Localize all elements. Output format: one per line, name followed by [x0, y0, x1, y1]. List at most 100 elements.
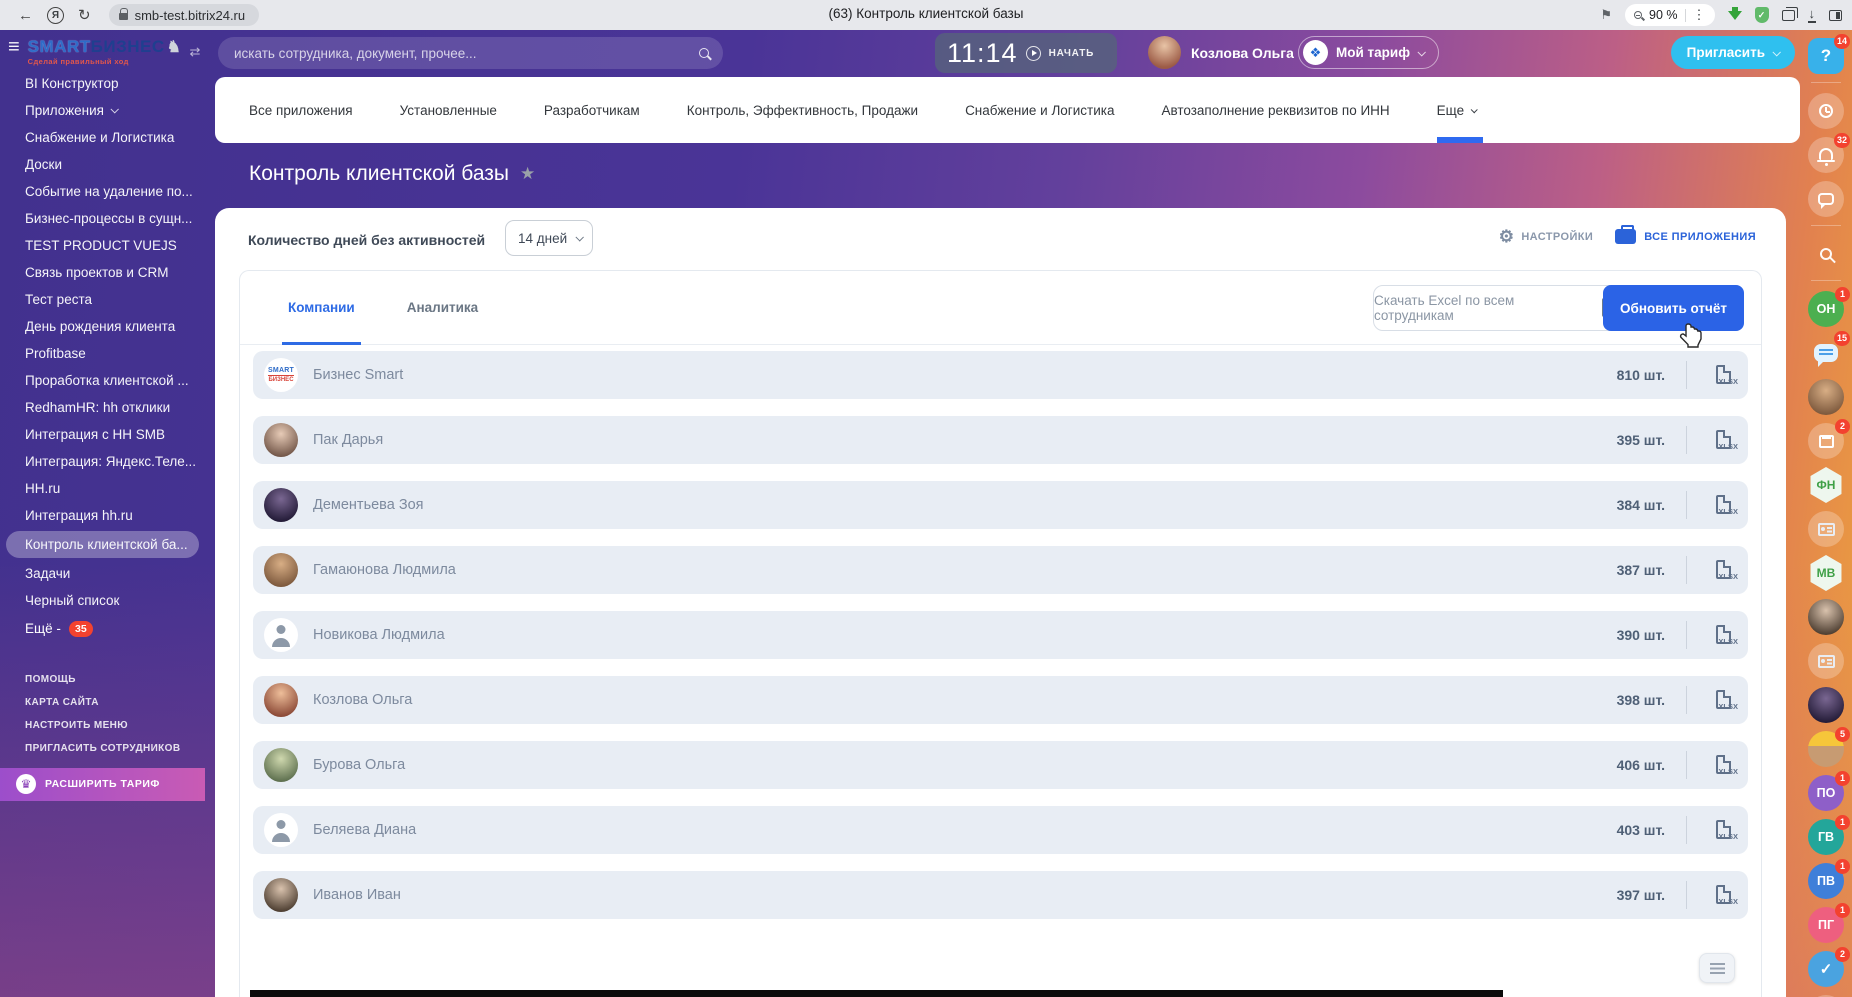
chat-21[interactable]: ПВ 1: [1808, 859, 1850, 899]
upgrade-plan-button[interactable]: ♛ РАСШИРИТЬ ТАРИФ: [0, 767, 205, 801]
sidebar-item-5[interactable]: Бизнес-процессы в сущн...: [0, 205, 205, 232]
menu-dots-icon[interactable]: ⋮: [1693, 7, 1706, 23]
app-tab-1[interactable]: Установленные: [400, 103, 497, 118]
colleague-avatar[interactable]: [1808, 379, 1844, 415]
xlsx-download-icon[interactable]: XLSX: [1708, 494, 1738, 516]
workspace-logo[interactable]: SMARTБИЗНЕС ♞ Сделай правильный ход: [28, 38, 182, 66]
table-row[interactable]: Козлова Ольга 398 шт. XLSX: [253, 676, 1748, 724]
calendar-icon[interactable]: 2: [1808, 419, 1850, 459]
chat-12[interactable]: ФН: [1810, 467, 1842, 503]
rail-search-icon[interactable]: [1808, 236, 1844, 272]
colleague-avatar[interactable]: [1808, 599, 1844, 635]
avatar[interactable]: [1148, 36, 1181, 69]
sidebar-item-12[interactable]: RedhamHR: hh отклики: [0, 394, 205, 421]
sidebar-item-2[interactable]: Снабжение и Логистика: [0, 124, 205, 151]
xlsx-download-icon[interactable]: XLSX: [1708, 559, 1738, 581]
search-input[interactable]: [232, 44, 699, 62]
address-bar[interactable]: smb-test.bitrix24.ru: [108, 4, 260, 26]
messenger-icon[interactable]: 15: [1808, 331, 1850, 371]
chat-8[interactable]: ОН 1: [1808, 287, 1850, 327]
app-tab-0[interactable]: Все приложения: [249, 103, 353, 118]
sidebar-item-19[interactable]: Черный список: [0, 587, 205, 614]
timer-icon[interactable]: [1808, 93, 1844, 129]
xlsx-download-icon[interactable]: XLSX: [1708, 429, 1738, 451]
favorite-star-icon[interactable]: ★: [520, 164, 535, 184]
sidebar-item-11[interactable]: Проработка клиентской ...: [0, 367, 205, 394]
settings-button[interactable]: ⚙ НАСТРОЙКИ: [1499, 228, 1594, 245]
chat-20[interactable]: ГВ 1: [1808, 815, 1850, 855]
colleague-avatar[interactable]: [1808, 687, 1844, 723]
app-tab-5[interactable]: Автозаполнение реквизитов по ИНН: [1161, 103, 1389, 118]
chat-14[interactable]: МВ: [1810, 555, 1842, 591]
table-row[interactable]: Беляева Диана 403 шт. XLSX: [253, 806, 1748, 854]
sidebar-item-3[interactable]: Доски: [0, 151, 205, 178]
xlsx-download-icon[interactable]: XLSX: [1708, 754, 1738, 776]
side-panel-icon[interactable]: [1829, 9, 1842, 21]
sidebar-item-6[interactable]: TEST PRODUCT VUEJS: [0, 232, 205, 259]
sidebar-item-0[interactable]: BI Конструктор: [0, 70, 205, 97]
hamburger-menu-icon[interactable]: ≡: [8, 37, 20, 57]
contact-card-icon[interactable]: [1808, 643, 1844, 679]
download-excel-button[interactable]: Скачать Excel по всем сотрудникам XLSX: [1373, 285, 1625, 331]
time-tracker[interactable]: 11:14 НАЧАТЬ: [935, 33, 1117, 73]
my-plan-button[interactable]: ❖ Мой тариф: [1298, 36, 1440, 69]
report-tab-1[interactable]: Аналитика: [407, 271, 478, 344]
video-download-icon[interactable]: [1727, 6, 1742, 20]
xlsx-download-icon[interactable]: XLSX: [1708, 819, 1738, 841]
download-icon[interactable]: ↓: [1807, 7, 1816, 23]
sidebar-footer-link-2[interactable]: НАСТРОИТЬ МЕНЮ: [0, 714, 205, 737]
colleague-avatar[interactable]: 5: [1808, 727, 1850, 767]
zoom-control[interactable]: 90 % ⋮: [1625, 4, 1715, 26]
back-button[interactable]: ←: [18, 8, 33, 23]
sidebar-item-7[interactable]: Связь проектов и CRM: [0, 259, 205, 286]
table-row[interactable]: Пак Дарья 395 шт. XLSX: [253, 416, 1748, 464]
sidebar-item-15[interactable]: HH.ru: [0, 475, 205, 502]
notifications-icon[interactable]: 32: [1808, 133, 1850, 173]
help-button[interactable]: ? 14: [1808, 34, 1850, 74]
sidebar-item-more[interactable]: Ещё - 35: [0, 614, 205, 642]
all-apps-button[interactable]: ВСЕ ПРИЛОЖЕНИЯ: [1615, 225, 1756, 244]
play-icon[interactable]: [1025, 45, 1041, 61]
tabs-icon[interactable]: [1781, 6, 1798, 21]
sidebar-item-13[interactable]: Интеграция с HH SMB: [0, 421, 205, 448]
adblock-shield-icon[interactable]: ✓: [1754, 7, 1769, 23]
sidebar-item-18[interactable]: Задачи: [0, 560, 205, 587]
app-tab-6[interactable]: Еще: [1436, 103, 1484, 143]
chat-19[interactable]: ПО 1: [1808, 771, 1850, 811]
contact-card-icon[interactable]: [1808, 511, 1844, 547]
xlsx-download-icon[interactable]: XLSX: [1708, 624, 1738, 646]
table-row[interactable]: Гамаюнова Людмила 387 шт. XLSX: [253, 546, 1748, 594]
table-row[interactable]: SMART БИЗНЕС Бизнес Smart 810 шт. XLSX: [253, 351, 1748, 399]
sidebar-item-16[interactable]: Интеграция hh.ru: [0, 502, 205, 529]
sidebar-item-10[interactable]: Profitbase: [0, 340, 205, 367]
sidebar-item-17[interactable]: Контроль клиентской ба...: [6, 530, 199, 558]
report-tab-0[interactable]: Компании: [282, 271, 361, 345]
row-settings-button[interactable]: [1699, 953, 1735, 983]
sidebar-item-8[interactable]: Тест реста: [0, 286, 205, 313]
sidebar-item-1[interactable]: Приложения: [0, 97, 205, 124]
sidebar-footer-link-1[interactable]: КАРТА САЙТА: [0, 691, 205, 714]
search-bar[interactable]: [218, 37, 723, 69]
xlsx-download-icon[interactable]: XLSX: [1708, 364, 1738, 386]
bookmark-icon[interactable]: ⚑: [1600, 7, 1612, 23]
xlsx-download-icon[interactable]: XLSX: [1708, 884, 1738, 906]
zoom-out-icon[interactable]: [1634, 11, 1642, 19]
sidebar-footer-link-3[interactable]: ПРИГЛАСИТЬ СОТРУДНИКОВ: [0, 737, 205, 760]
user-menu[interactable]: Козлова Ольга: [1148, 36, 1312, 69]
table-row[interactable]: Иванов Иван 397 шт. XLSX: [253, 871, 1748, 919]
sidebar-item-4[interactable]: Событие на удаление по...: [0, 178, 205, 205]
table-row[interactable]: Бурова Ольга 406 шт. XLSX: [253, 741, 1748, 789]
sidebar-toggle-icon[interactable]: ⇄: [189, 44, 200, 60]
chat-22[interactable]: ПГ 1: [1808, 903, 1850, 943]
refresh-report-button[interactable]: Обновить отчёт: [1603, 285, 1744, 331]
xlsx-download-icon[interactable]: XLSX: [1708, 689, 1738, 711]
table-row[interactable]: Дементьева Зоя 384 шт. XLSX: [253, 481, 1748, 529]
search-icon[interactable]: [699, 48, 709, 58]
sidebar-footer-link-0[interactable]: ПОМОЩЬ: [0, 668, 205, 691]
yandex-browser-icon[interactable]: Я: [47, 6, 64, 24]
app-tab-2[interactable]: Разработчикам: [544, 103, 640, 118]
days-select[interactable]: 14 дней: [505, 220, 593, 256]
table-row[interactable]: Новикова Людмила 390 шт. XLSX: [253, 611, 1748, 659]
invite-button[interactable]: Пригласить: [1670, 36, 1795, 69]
chat-icon[interactable]: [1808, 181, 1844, 217]
